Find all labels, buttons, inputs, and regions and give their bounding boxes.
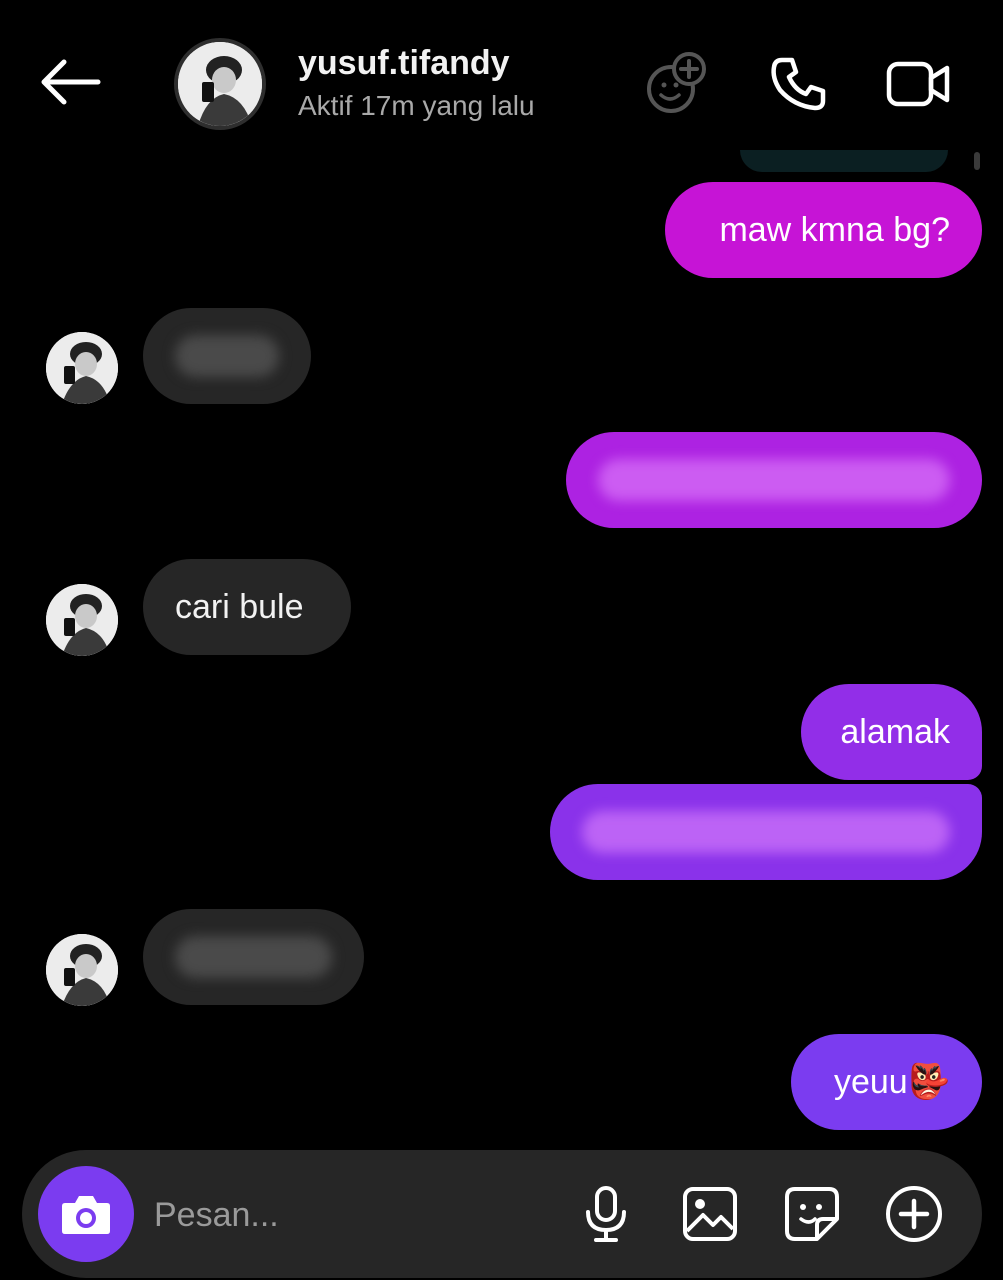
- avatar[interactable]: [46, 332, 118, 404]
- active-status: Aktif 17m yang lalu: [298, 90, 535, 121]
- video-camera-icon[interactable]: [882, 50, 954, 118]
- message-text: yeuu👺: [833, 1063, 950, 1101]
- outgoing-message[interactable]: maw kmna bg?: [665, 182, 982, 278]
- microphone-icon[interactable]: [574, 1182, 638, 1246]
- incoming-message[interactable]: cari bule: [143, 559, 351, 655]
- camera-icon: [62, 1196, 110, 1234]
- back-arrow-icon[interactable]: [36, 52, 106, 112]
- incoming-message-redacted[interactable]: [143, 909, 364, 1005]
- scrollbar[interactable]: [974, 152, 980, 170]
- message-text: alamak: [840, 712, 950, 751]
- camera-button[interactable]: [38, 1166, 134, 1262]
- message-input[interactable]: [152, 1190, 556, 1240]
- message-text: cari bule: [175, 587, 304, 626]
- sticker-icon[interactable]: [780, 1182, 844, 1246]
- redacted-text: [582, 811, 950, 853]
- contact-username[interactable]: yusuf.tifandy: [298, 44, 510, 83]
- avatar[interactable]: [46, 934, 118, 1006]
- avatar[interactable]: [174, 38, 266, 130]
- message-text: maw kmna bg?: [719, 210, 950, 249]
- avatar[interactable]: [46, 584, 118, 656]
- gallery-icon[interactable]: [678, 1182, 742, 1246]
- previous-message-edge: [740, 150, 948, 172]
- outgoing-message[interactable]: yeuu👺: [791, 1034, 982, 1130]
- outgoing-message-redacted[interactable]: [550, 784, 982, 880]
- redacted-text: [175, 335, 279, 377]
- outgoing-message-redacted[interactable]: [566, 432, 982, 528]
- redacted-text: [598, 459, 950, 501]
- face-effects-icon[interactable]: [640, 50, 712, 118]
- phone-icon[interactable]: [762, 50, 834, 118]
- redacted-text: [175, 936, 332, 978]
- outgoing-message[interactable]: alamak: [801, 684, 982, 780]
- incoming-message-redacted[interactable]: [143, 308, 311, 404]
- plus-circle-icon[interactable]: [882, 1182, 946, 1246]
- message-thread[interactable]: maw kmna bg? cari bule alamak yeuu👺: [0, 130, 1003, 1150]
- message-composer: [22, 1150, 982, 1278]
